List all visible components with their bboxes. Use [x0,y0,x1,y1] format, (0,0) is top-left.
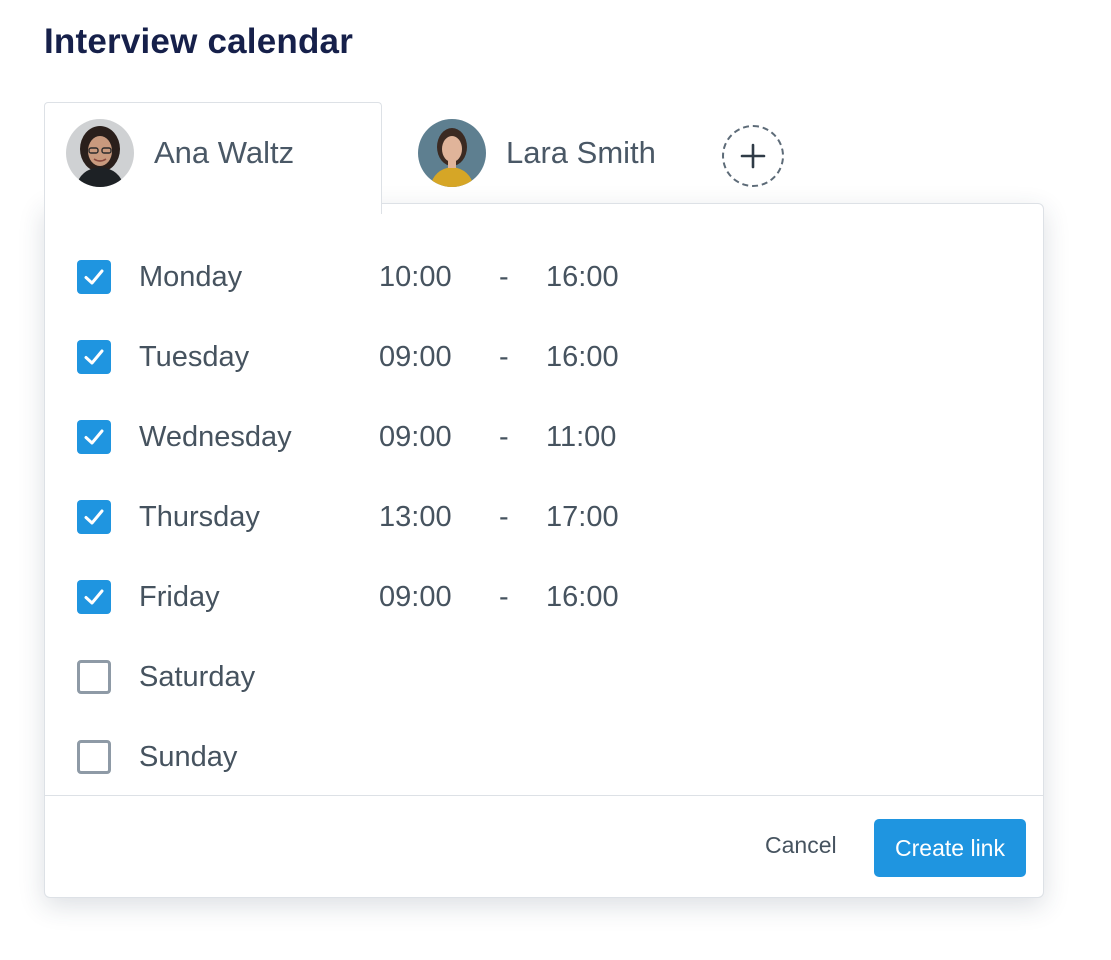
start-time[interactable]: 09:00 [379,421,452,454]
create-link-button[interactable]: Create link [874,819,1026,877]
end-time[interactable]: 16:00 [546,261,619,294]
avatar [418,119,486,187]
time-separator: - [499,580,509,613]
tab-label: Lara Smith [506,135,656,170]
day-row-monday: Monday 10:00 - 16:00 [77,257,619,297]
day-label: Friday [139,580,220,613]
day-label: Saturday [139,660,256,693]
day-row-wednesday: Wednesday 09:00 - 11:00 [77,417,616,457]
day-row-tuesday: Tuesday 09:00 - 16:00 [77,337,619,377]
tab-ana-waltz[interactable]: Ana Waltz [44,102,382,204]
cancel-button[interactable]: Cancel [765,832,837,859]
check-icon [84,269,104,285]
start-time[interactable]: 10:00 [379,261,452,294]
time-separator: - [499,260,509,293]
end-time[interactable]: 16:00 [546,581,619,614]
time-separator: - [499,500,509,533]
day-label: Wednesday [139,420,292,453]
end-time[interactable]: 16:00 [546,341,619,374]
day-checkbox-monday[interactable] [77,260,111,294]
plus-icon [740,143,766,169]
avatar [66,119,134,187]
day-checkbox-tuesday[interactable] [77,340,111,374]
tab-label: Ana Waltz [154,135,295,170]
day-checkbox-wednesday[interactable] [77,420,111,454]
day-checkbox-friday[interactable] [77,580,111,614]
time-separator: - [499,420,509,453]
start-time[interactable]: 09:00 [379,581,452,614]
day-checkbox-sunday[interactable] [77,740,111,774]
day-row-saturday: Saturday [77,657,255,697]
day-label: Sunday [139,740,238,773]
check-icon [84,429,104,445]
add-interviewer-button[interactable] [722,125,784,187]
footer-divider [45,795,1043,796]
day-label: Thursday [139,500,260,533]
day-label: Tuesday [139,340,250,373]
check-icon [84,349,104,365]
day-row-friday: Friday 09:00 - 16:00 [77,577,619,617]
day-checkbox-thursday[interactable] [77,500,111,534]
time-separator: - [499,340,509,373]
schedule-card: Monday 10:00 - 16:00 Tuesday 09:00 - 16:… [44,203,1044,898]
end-time[interactable]: 11:00 [546,421,616,454]
day-checkbox-saturday[interactable] [77,660,111,694]
day-label: Monday [139,260,243,293]
start-time[interactable]: 13:00 [379,501,452,534]
day-row-sunday: Sunday [77,737,237,777]
start-time[interactable]: 09:00 [379,341,452,374]
end-time[interactable]: 17:00 [546,501,619,534]
check-icon [84,509,104,525]
page-title: Interview calendar [44,22,354,61]
tab-lara-smith[interactable]: Lara Smith [384,102,704,204]
day-row-thursday: Thursday 13:00 - 17:00 [77,497,619,537]
check-icon [84,589,104,605]
